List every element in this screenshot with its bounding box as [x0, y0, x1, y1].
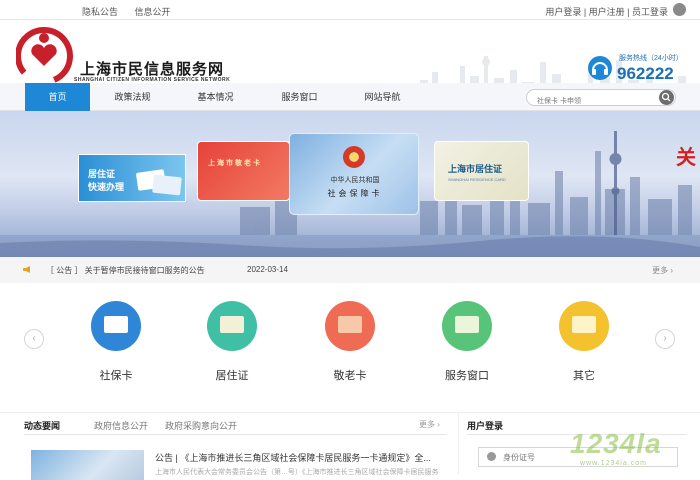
service-label: 社保卡 [99, 370, 133, 382]
top-left-links: 隐私公告 信息公开 [82, 5, 185, 18]
hotline-number: 962222 [617, 64, 674, 83]
watermark-url: www.1234la.com [580, 460, 647, 467]
banner-edge-text: 关 [676, 147, 696, 169]
carousel-next-button[interactable]: › [655, 329, 675, 349]
notice-bar: ［ 公告 ］ 关于暂停市民接待窗口服务的公告 2022-03-14 更多 › [0, 257, 700, 283]
service-social-security[interactable]: 社保卡 [86, 301, 146, 383]
user-icon [487, 452, 496, 461]
nav-site-map[interactable]: 网站导航 [350, 83, 415, 111]
national-emblem-icon [343, 146, 365, 168]
news-headline[interactable]: 公告 | 《上海市推进长三角区域社会保障卡居民服务一卡通规定》全... [155, 451, 440, 464]
banner-card-elderly[interactable]: 上海市敬老卡 [197, 141, 290, 201]
tab-news[interactable]: 动态要闻 [24, 419, 60, 432]
main-nav: 首页 政策法规 基本情况 服务窗口 网站导航 [0, 83, 700, 111]
site-title: 上海市民信息服务网 [80, 61, 225, 78]
site-header: 上海市民信息服务网 SHANGHAI CITIZEN INFORMATION S… [0, 20, 700, 104]
banner-card-residence-permit[interactable]: 上海市居住证 SHANGHAI RESIDENCE CARD [434, 141, 529, 201]
banner-card4-sub: SHANGHAI RESIDENCE CARD [448, 177, 506, 182]
speaker-icon [23, 266, 30, 273]
nav-basic-info[interactable]: 基本情况 [183, 83, 248, 111]
news-summary: 上海市人民代表大会常务委员会公告（第…号）《上海市推进长三角区域社会保障卡居民服… [155, 469, 439, 476]
search-input[interactable] [527, 94, 652, 109]
search-box [526, 89, 676, 109]
banner-card-residence-fast[interactable]: 居住证 快速办理 [78, 154, 186, 202]
banner-card1-title: 居住证 [88, 169, 116, 179]
service-label: 其它 [573, 370, 595, 382]
hotline-label: 服务热线（24小时） [619, 55, 683, 62]
social-card-icon [91, 301, 141, 351]
banner-card4-title: 上海市居住证 [448, 164, 503, 174]
service-label: 敬老卡 [333, 370, 367, 382]
tab-procurement[interactable]: 政府采购意向公开 [165, 419, 237, 432]
other-grid-icon [559, 301, 609, 351]
banner-card1-sub: 快速办理 [88, 182, 125, 192]
news-more-link[interactable]: 更多 › [419, 419, 440, 430]
notice-date: 2022-03-14 [247, 265, 288, 274]
site-logo-icon [16, 27, 73, 85]
banner-card3-line1: 中华人民共和国 [330, 177, 380, 184]
nav-policy[interactable]: 政策法规 [100, 83, 165, 111]
service-other[interactable]: 其它 [554, 301, 614, 383]
news-thumbnail[interactable] [31, 450, 144, 480]
info-public-link[interactable]: 信息公开 [135, 7, 171, 17]
headset-icon [588, 56, 612, 80]
service-elderly-card[interactable]: 敬老卡 [320, 301, 380, 383]
login-title: 用户登录 [467, 421, 504, 431]
hero-banner[interactable]: 居住证 快速办理 上海市敬老卡 中华人民共和国 社会保障卡 上海市居住证 SHA… [0, 111, 700, 257]
elderly-card-icon [325, 301, 375, 351]
map-pin-icon [442, 301, 492, 351]
notice-text[interactable]: ［ 公告 ］ 关于暂停市民接待窗口服务的公告 [46, 265, 205, 276]
search-icon[interactable] [659, 90, 674, 105]
divider [24, 434, 447, 435]
watermark-logo: 1234la [570, 428, 662, 459]
notice-more-link[interactable]: 更多 › [652, 265, 673, 276]
banner-card3-line2: 社会保障卡 [327, 189, 383, 198]
service-window[interactable]: 服务窗口 [437, 301, 497, 383]
residence-card-icon [207, 301, 257, 351]
account-links[interactable]: 用户登录 | 用户注册 | 员工登录 [545, 5, 668, 18]
user-avatar-icon[interactable] [673, 3, 686, 16]
banner-card2-title: 上海市敬老卡 [208, 160, 262, 167]
privacy-link[interactable]: 隐私公告 [82, 7, 118, 17]
service-carousel: ‹ › 社保卡 居住证 敬老卡 服务窗口 其它 [0, 283, 700, 403]
tab-gov-info[interactable]: 政府信息公开 [94, 419, 148, 432]
service-residence[interactable]: 居住证 [202, 301, 262, 383]
nav-service-window[interactable]: 服务窗口 [267, 83, 332, 111]
nav-home[interactable]: 首页 [25, 83, 90, 111]
service-label: 居住证 [215, 370, 249, 382]
carousel-prev-button[interactable]: ‹ [24, 329, 44, 349]
top-bar: 隐私公告 信息公开 用户登录 | 用户注册 | 员工登录 [0, 0, 700, 20]
mini-card-graphic [152, 174, 182, 196]
banner-card-social-security[interactable]: 中华人民共和国 社会保障卡 [289, 133, 419, 215]
service-label: 服务窗口 [445, 370, 489, 382]
